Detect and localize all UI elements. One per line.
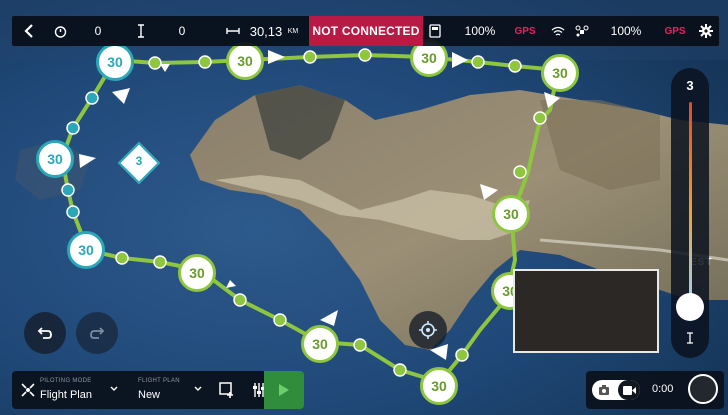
camera-icon xyxy=(599,385,609,395)
controller-icon xyxy=(426,16,444,46)
stopwatch-icon xyxy=(50,16,70,46)
back-button[interactable] xyxy=(18,16,40,46)
status-bar: 0 0 30,13 KM NOT CONNECTED 100% GPS 100%… xyxy=(12,16,719,46)
redo-icon xyxy=(90,327,105,339)
vertical-distance-icon xyxy=(134,16,148,46)
waypoint-marker[interactable]: 30 xyxy=(178,254,216,292)
drone-icon xyxy=(572,16,592,46)
wifi-icon xyxy=(548,16,568,46)
chevron-down-icon xyxy=(110,386,118,391)
waypoint-marker[interactable]: 30 xyxy=(541,54,579,92)
photo-video-toggle[interactable] xyxy=(592,380,640,400)
piloting-mode-selector[interactable]: PILOTING MODE Flight Plan xyxy=(18,371,124,409)
flight-time-value: 0 xyxy=(94,24,102,38)
connection-status-badge[interactable]: NOT CONNECTED xyxy=(309,16,423,46)
piloting-mode-caption: PILOTING MODE xyxy=(40,378,92,384)
altitude-slider[interactable]: 3 xyxy=(671,68,709,358)
flight-plan-selector[interactable]: FLIGHT PLAN New xyxy=(136,371,208,409)
altitude-track xyxy=(689,102,692,302)
undo-icon xyxy=(37,327,52,339)
add-waypoint-button[interactable] xyxy=(216,371,238,409)
waypoint-marker[interactable]: 30 xyxy=(36,140,74,178)
start-flight-plan-button[interactable] xyxy=(264,371,304,409)
gear-icon xyxy=(699,24,713,38)
video-camera-icon xyxy=(622,385,636,395)
controller-gps: GPS xyxy=(514,25,536,37)
altitude-icon xyxy=(671,332,709,347)
video-mode-button[interactable] xyxy=(618,380,640,400)
waypoint-marker[interactable]: 30 xyxy=(492,195,530,233)
altitude-value: 3 xyxy=(686,78,694,93)
controller-battery: 100% xyxy=(464,24,496,38)
waypoint-marker[interactable]: 30 xyxy=(96,43,134,81)
horizontal-distance-icon xyxy=(224,16,242,46)
recording-time: 0:00 xyxy=(652,383,674,395)
camera-preview[interactable] xyxy=(513,269,659,353)
flight-plan-value: New xyxy=(138,389,161,401)
waypoint-marker[interactable]: 30 xyxy=(67,231,105,269)
waypoint-marker[interactable]: 30 xyxy=(301,325,339,363)
record-button[interactable] xyxy=(688,374,718,404)
waypoint-marker[interactable]: 30 xyxy=(226,42,264,80)
crosshair-icon xyxy=(419,321,437,339)
settings-button[interactable] xyxy=(696,16,716,46)
redo-button[interactable] xyxy=(76,312,118,354)
recording-controls: 0:00 xyxy=(586,371,724,409)
altitude-knob[interactable] xyxy=(676,293,704,321)
height-value: 0 xyxy=(178,24,186,38)
drone-gps: GPS xyxy=(664,25,686,37)
play-icon xyxy=(279,384,289,396)
distance-unit: KM xyxy=(287,27,299,35)
chevron-left-icon xyxy=(24,24,33,38)
flight-plan-toolbar: PILOTING MODE Flight Plan FLIGHT PLAN Ne… xyxy=(12,371,278,409)
chevron-down-icon xyxy=(194,386,202,391)
piloting-mode-value: Flight Plan xyxy=(40,389,92,401)
distance-value: 30,13 xyxy=(249,23,283,39)
flight-plan-icon xyxy=(21,383,35,397)
poi-label: 3 xyxy=(135,154,143,168)
waypoint-marker[interactable]: 30 xyxy=(420,367,458,405)
recenter-button[interactable] xyxy=(409,311,447,349)
drone-battery: 100% xyxy=(610,24,642,38)
flight-plan-caption: FLIGHT PLAN xyxy=(138,378,180,384)
undo-button[interactable] xyxy=(24,312,66,354)
add-waypoint-icon xyxy=(219,382,233,398)
